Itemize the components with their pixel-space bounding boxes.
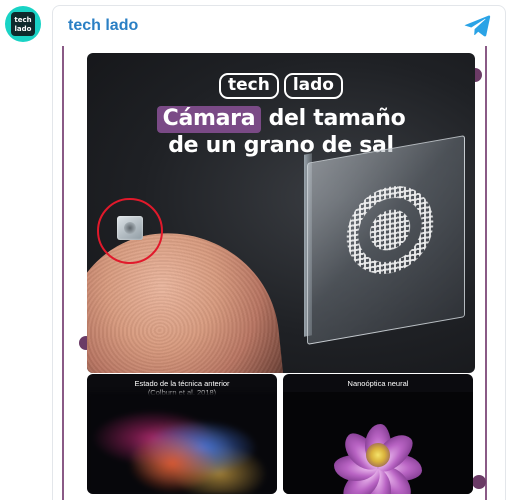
decor-dot: [472, 475, 486, 489]
logo-word-right: lado: [283, 73, 343, 99]
headline-line1-rest: del tamaño: [261, 106, 406, 131]
panel-caption-prior-art-line1: Estado de la técnica anterior: [134, 379, 230, 388]
telegram-icon[interactable]: [463, 14, 491, 38]
avatar-logo-line1: tech: [14, 15, 32, 24]
headline-highlight: Cámara: [156, 106, 262, 133]
avatar-logo-line2: lado: [14, 24, 32, 33]
post-media[interactable]: tech lado Cámara del tamaño de un grano …: [62, 46, 487, 500]
telegram-post-view: tech lado tech lado tech lado Cámara del…: [0, 0, 512, 500]
avatar-logo: tech lado: [11, 12, 35, 36]
highlight-circle: [97, 198, 163, 264]
blurry-flower-image: [87, 392, 277, 494]
channel-name[interactable]: tech lado: [68, 17, 138, 35]
promo-image: tech lado Cámara del tamaño de un grano …: [87, 53, 475, 373]
panel-caption-neural-nano-optics: Nanoóptica neural: [347, 379, 409, 388]
comparison-panel-prior-art: Estado de la técnica anterior (Colburn e…: [87, 374, 277, 494]
logo-word-left: tech: [219, 73, 279, 99]
comparison-panel-neural-nano-optics: Nanoóptica neural: [283, 374, 473, 494]
channel-avatar[interactable]: tech lado: [5, 6, 41, 42]
techlado-logo: tech lado: [87, 73, 475, 99]
post-card: tech lado tech lado Cámara del tamaño de…: [52, 5, 506, 500]
sharp-flower-image: [283, 392, 473, 494]
